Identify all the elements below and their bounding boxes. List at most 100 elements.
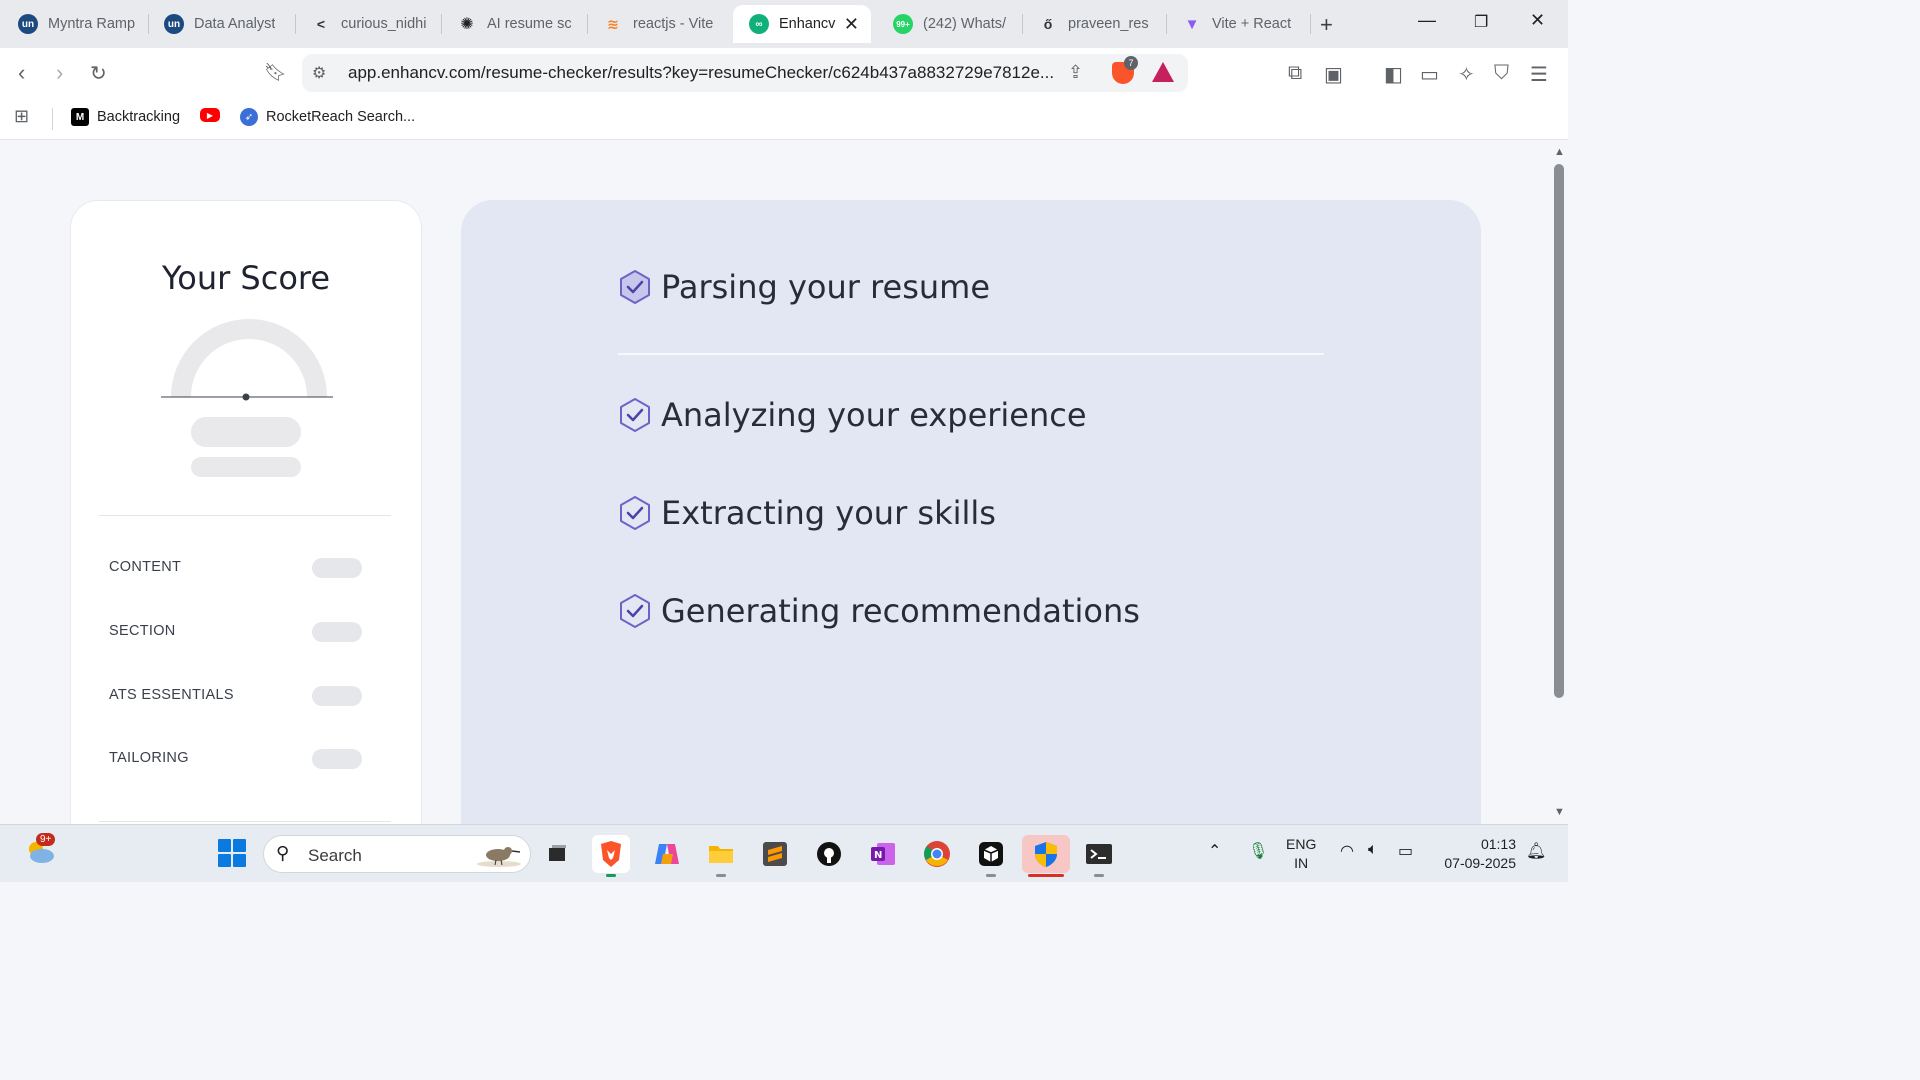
wifi-icon[interactable]: ◠ [1340,841,1354,861]
tab-leetcode-praveen[interactable]: ő praveen_res [1022,7,1162,41]
back-icon[interactable]: ‹ [18,60,25,86]
app-cube-icon[interactable] [972,835,1010,877]
tab-enhancv[interactable]: ∞ Enhancv ✕ [733,5,871,43]
microphone-icon[interactable]: 🎙︎ [1248,841,1268,861]
github-desktop-icon[interactable] [810,835,848,873]
step-label: Analyzing your experience [661,396,1087,434]
tray-overflow-icon[interactable]: ⌃ [1208,841,1221,861]
shields-count-badge: 7 [1124,56,1138,70]
vpn-icon[interactable]: ⛉ [1494,62,1509,85]
category-content[interactable]: CONTENT [109,559,181,575]
security-shield-icon[interactable] [1022,835,1070,877]
brave-browser-icon[interactable] [592,835,630,877]
score-label-skeleton [191,457,301,477]
extensions-icon[interactable]: ⧉ [1288,62,1302,85]
page-scrollbar[interactable]: ▲ ▼ [1550,140,1568,824]
scroll-up-icon[interactable]: ▲ [1554,146,1565,158]
bookmark-rocketreach[interactable]: ➶ RocketReach Search... [240,108,415,126]
volume-icon[interactable]: 🔈︎ [1368,841,1378,859]
category-tailoring-skeleton [312,749,362,769]
close-tab-icon[interactable]: ✕ [844,14,859,35]
bookmark-backtracking[interactable]: M Backtracking [71,108,180,126]
bookmark-label: Backtracking [97,109,181,125]
clock-time: 01:13 [1480,836,1516,852]
region-code: IN [1294,855,1309,871]
scroll-down-icon[interactable]: ▼ [1554,806,1565,818]
tab-vite-react[interactable]: ▼ Vite + React [1166,7,1306,41]
check-badge-icon [620,496,650,530]
tab-ai-resume[interactable]: ✺ AI resume sc [441,7,583,41]
category-ats-skeleton [312,686,362,706]
url-text[interactable]: app.enhancv.com/resume-checker/results?k… [348,63,1058,83]
terminal-icon[interactable] [1080,835,1118,877]
enhancv-icon: ∞ [749,14,769,34]
tab-strip: un Myntra Ramp un Data Analyst < curious… [0,0,1568,48]
step-extracting: Extracting your skills [617,494,996,532]
scroll-thumb[interactable] [1554,164,1564,698]
bookmarks-divider [52,108,53,130]
category-ats-essentials[interactable]: ATS ESSENTIALS [109,687,234,703]
score-gauge [161,319,333,401]
sublime-text-icon[interactable] [756,835,794,873]
bookmark-label: RocketReach Search... [266,109,416,125]
score-title: Your Score [161,259,331,297]
language-indicator[interactable]: ENG IN [1286,835,1316,873]
analysis-progress-panel: Parsing your resume Analyzing your exper… [461,200,1481,824]
start-button[interactable] [218,839,246,867]
category-section[interactable]: SECTION [109,623,176,639]
stackoverflow-icon: ≋ [607,15,619,32]
close-window-icon[interactable]: ✕ [1530,10,1545,31]
bookmark-youtube[interactable]: ▶ [200,108,228,122]
menu-icon[interactable]: ☰ [1530,62,1548,87]
brave-rewards-icon[interactable] [1152,62,1174,82]
taskbar-search[interactable]: ⚲ Search [263,835,531,873]
step-divider [618,353,1324,355]
tab-label: reactjs - Vite [633,16,714,32]
sidebar-icon[interactable]: ◧ [1384,62,1403,87]
chrome-icon[interactable] [918,835,956,873]
reader-mode-icon[interactable]: ▣ [1324,62,1343,87]
onenote-icon[interactable]: N [864,835,902,873]
address-bar[interactable]: ⚙ app.enhancv.com/resume-checker/results… [302,54,1188,92]
score-value-skeleton [191,417,301,447]
restore-icon[interactable]: ❐ [1474,12,1488,32]
tab-myntra[interactable]: un Myntra Ramp [2,7,142,41]
score-bottom-divider [99,821,391,822]
task-view-icon[interactable] [538,835,576,873]
check-badge-icon [620,594,650,628]
tab-label: Enhancv [779,16,836,32]
file-explorer-icon[interactable] [702,835,740,877]
apps-grid-icon[interactable]: ⊞ [14,106,29,127]
youtube-icon: ▶ [200,108,220,122]
wallet-icon[interactable]: ▭ [1420,62,1439,87]
check-badge-icon [620,270,650,304]
unstop-icon: un [18,14,38,34]
search-highlight-bird-icon [477,847,521,867]
category-section-skeleton [312,622,362,642]
new-tab-button[interactable]: + [1320,12,1333,38]
category-content-skeleton [312,558,362,578]
copilot-icon[interactable] [648,835,686,873]
leetcode-icon: < [316,16,326,32]
leo-ai-icon[interactable]: ✧ [1458,62,1475,87]
category-tailoring[interactable]: TAILORING [109,750,189,766]
system-clock[interactable]: 01:13 07-09-2025 [1438,835,1516,873]
notification-badge: 9+ [36,833,56,846]
minimize-icon[interactable]: — [1418,10,1436,31]
score-card: Your Score CONTENT SECTION ATS ESSENTIAL… [70,200,422,824]
unstop-icon: un [164,14,184,34]
tab-leetcode-nidhi[interactable]: < curious_nidhi [295,7,435,41]
battery-icon[interactable]: ▭ [1398,841,1413,861]
taskbar: 9+ ⚲ Search N ⌃ 🎙︎ ENG IN ◠ 🔈︎ ▭ 01:13 0… [0,824,1568,882]
share-icon[interactable]: ⇪ [1068,62,1083,83]
check-badge-icon [620,398,650,432]
tab-data-analyst[interactable]: un Data Analyst [148,7,290,41]
tab-label: (242) Whats/ [923,16,1006,32]
notifications-icon[interactable]: 🔔︎ [1526,841,1546,861]
site-settings-icon[interactable]: ⚙ [312,63,326,83]
tab-reactjs-vite[interactable]: ≋ reactjs - Vite [587,7,727,41]
reload-icon[interactable]: ↻ [90,61,107,86]
forward-icon[interactable]: › [56,60,63,86]
bookmark-icon[interactable]: 🔖︎ [264,62,287,83]
tab-whatsapp[interactable]: 99+ (242) Whats/ [877,7,1017,41]
